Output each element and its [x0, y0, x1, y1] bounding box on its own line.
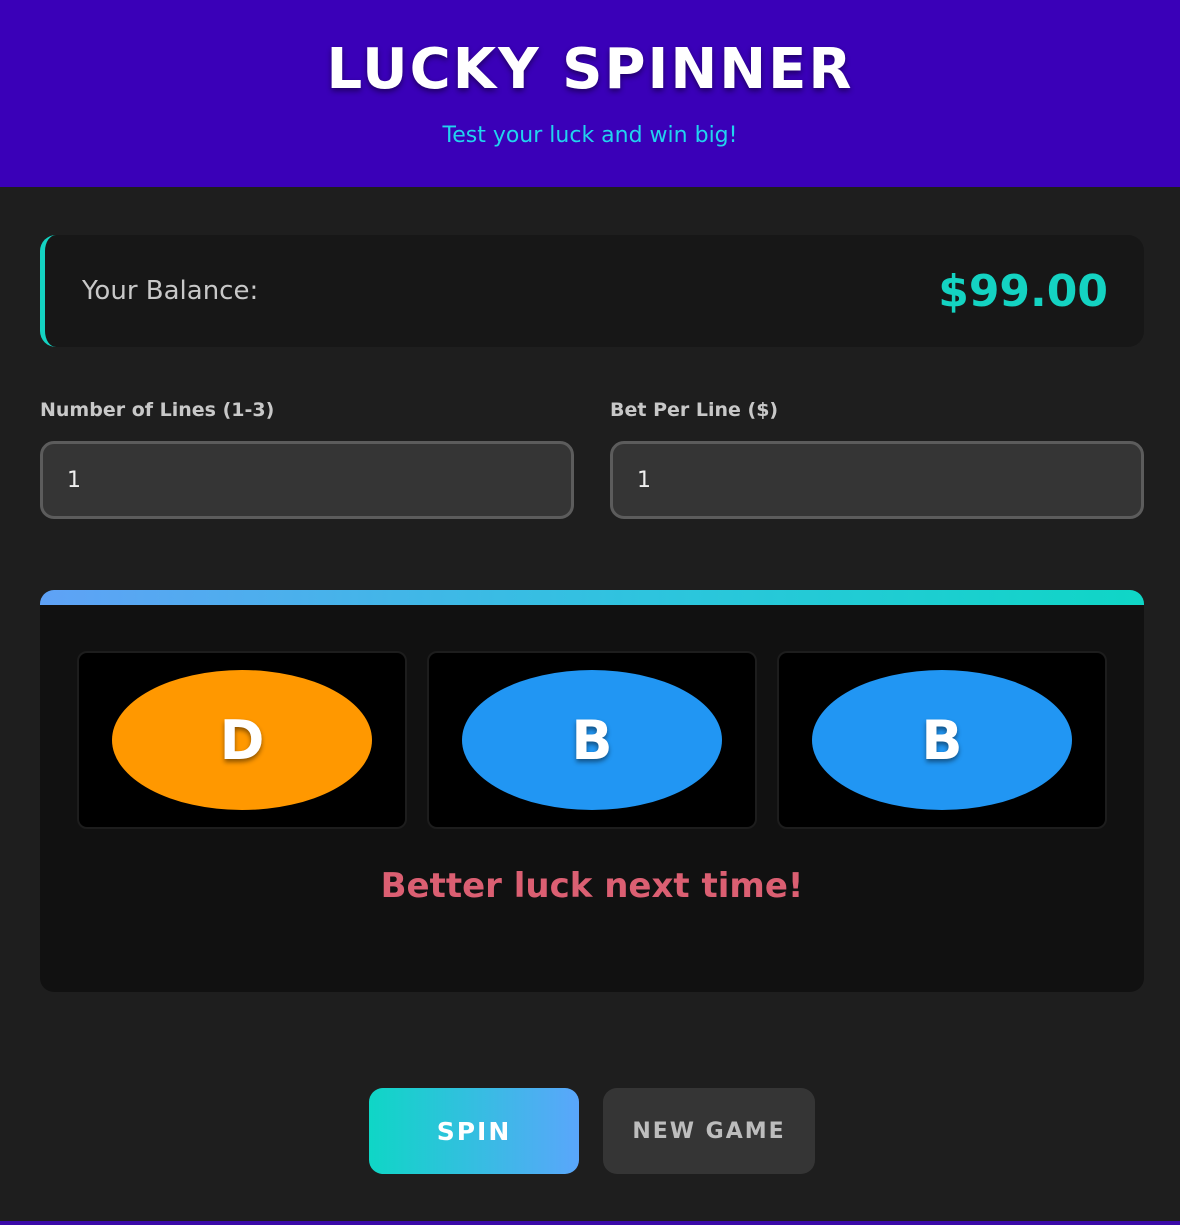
new-game-button[interactable]: NEW GAME	[603, 1088, 815, 1174]
header: LUCKY SPINNER Test your luck and win big…	[0, 0, 1180, 187]
reel-3: B	[777, 651, 1107, 829]
lines-input[interactable]	[40, 441, 574, 519]
lines-label: Number of Lines (1-3)	[40, 399, 275, 421]
game-subtitle: Test your luck and win big!	[442, 123, 738, 148]
reel-symbol: D	[112, 670, 372, 810]
balance-value: $99.00	[938, 265, 1108, 317]
bet-field: Bet Per Line ($)	[610, 396, 1144, 519]
bet-label: Bet Per Line ($)	[610, 399, 779, 421]
spin-button[interactable]: SPIN	[369, 1088, 579, 1174]
game-page: LUCKY SPINNER Test your luck and win big…	[0, 0, 1180, 1225]
balance-label: Your Balance:	[82, 276, 259, 306]
reels: D B B	[77, 651, 1107, 829]
bet-input[interactable]	[610, 441, 1144, 519]
result-message: Better luck next time!	[380, 866, 804, 906]
machine-accent-bar	[40, 590, 1144, 605]
reel-symbol: B	[462, 670, 722, 810]
balance-card: Your Balance: $99.00	[40, 235, 1144, 347]
lines-field: Number of Lines (1-3)	[40, 396, 574, 519]
reel-2: B	[427, 651, 757, 829]
reel-symbol: B	[812, 670, 1072, 810]
slot-machine: D B B Better luck next time!	[40, 590, 1144, 992]
game-title: LUCKY SPINNER	[326, 37, 854, 102]
reel-1: D	[77, 651, 407, 829]
